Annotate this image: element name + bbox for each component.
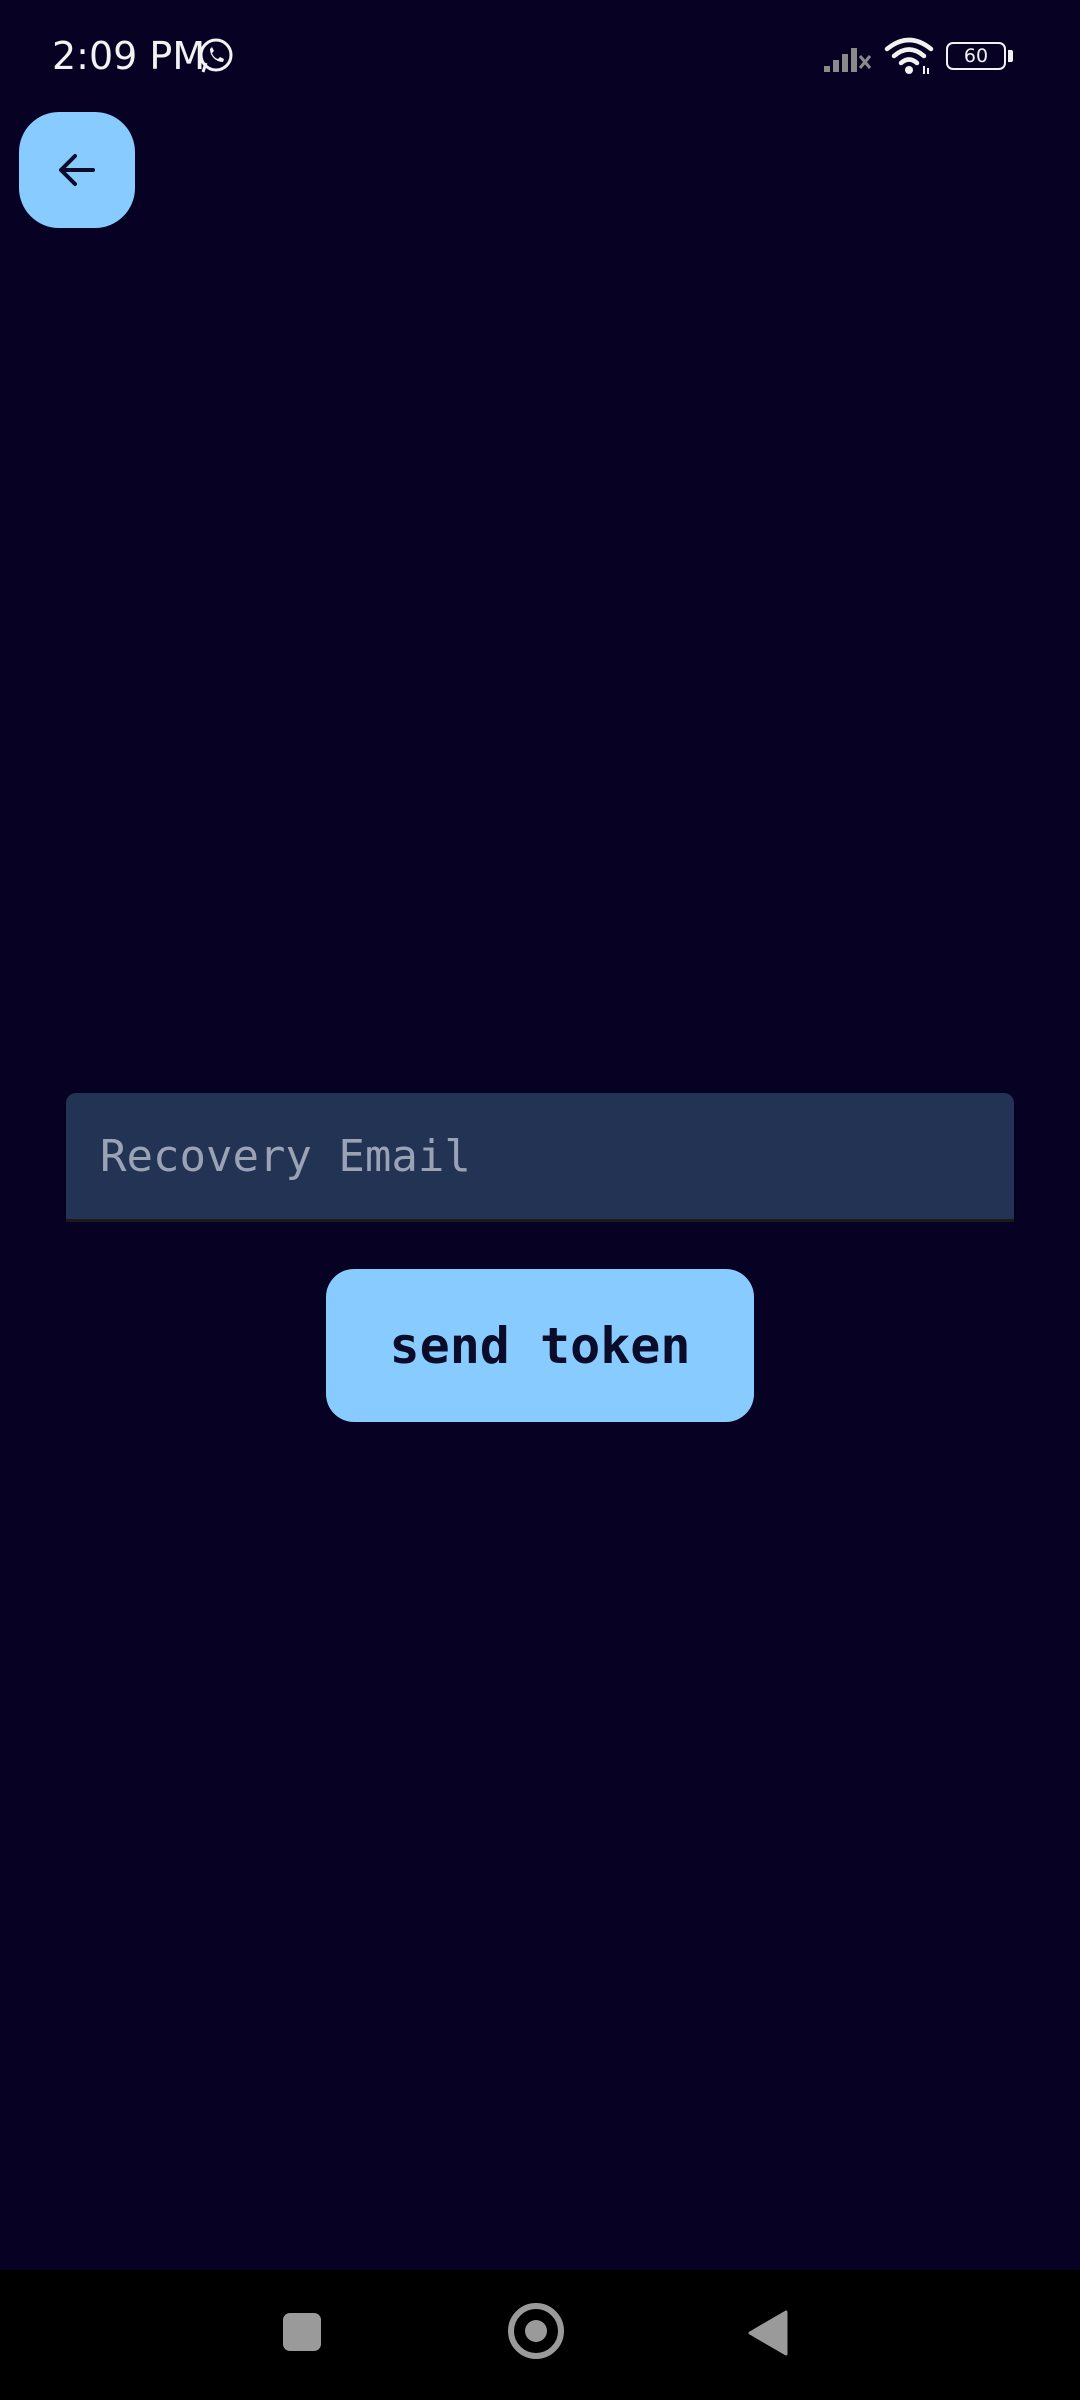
back-button[interactable] — [19, 112, 135, 228]
recovery-email-field[interactable] — [66, 1093, 1014, 1222]
arrow-left-icon — [59, 154, 95, 186]
send-token-button[interactable]: send token — [326, 1269, 754, 1422]
status-time: 2:09 PM — [52, 34, 206, 78]
signal-icon — [824, 48, 872, 72]
battery-icon: 60 — [946, 42, 1014, 72]
recovery-email-input[interactable] — [66, 1093, 1014, 1219]
back-triangle-icon[interactable] — [746, 2308, 790, 2358]
recent-apps-icon[interactable] — [283, 2313, 321, 2351]
battery-level: 60 — [963, 45, 989, 67]
status-bar: 2:09 PM 60 — [0, 0, 1080, 110]
home-icon[interactable] — [508, 2303, 564, 2359]
navigation-bar — [0, 2270, 1080, 2400]
wifi-icon — [884, 37, 934, 74]
whatsapp-icon — [199, 38, 233, 73]
home-dot — [525, 2320, 547, 2342]
